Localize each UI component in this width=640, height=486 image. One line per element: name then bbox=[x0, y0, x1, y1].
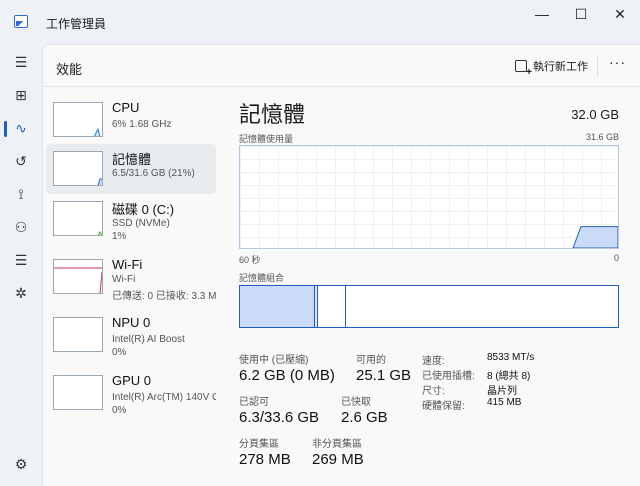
device-name: NPU 0 bbox=[112, 315, 151, 330]
spec-label: 硬體保留: bbox=[422, 401, 465, 412]
wifi-thumbnail bbox=[53, 259, 103, 294]
disk-thumbnail bbox=[53, 201, 103, 236]
device-sub: SSD (NVMe) bbox=[112, 218, 170, 229]
paged-pool-value: 278 MB bbox=[239, 451, 291, 468]
page-header: 效能 執行新工作 ··· bbox=[43, 45, 640, 87]
gpu-thumbnail bbox=[53, 375, 103, 410]
device-sub: 1% bbox=[112, 231, 127, 242]
cached-label: 已快取 bbox=[341, 397, 371, 408]
memory-total: 32.0 GB bbox=[571, 107, 619, 122]
graph-time-right: 0 bbox=[613, 253, 619, 263]
memory-composition-bar bbox=[239, 285, 619, 328]
device-name: 記憶體 bbox=[112, 152, 152, 167]
nav-active-indicator bbox=[4, 121, 7, 137]
performance-icon[interactable]: ∿ bbox=[11, 119, 31, 139]
device-item-memory[interactable]: 記憶體 6.5/31.6 GB (21%) bbox=[46, 144, 216, 194]
device-item-cpu[interactable]: CPU 6% 1.68 GHz bbox=[46, 95, 216, 145]
users-icon[interactable]: ⚇ bbox=[11, 218, 31, 238]
services-icon[interactable]: ✲ bbox=[11, 284, 31, 304]
minimize-button[interactable]: — bbox=[522, 6, 562, 22]
spec-label: 已使用插槽: bbox=[422, 371, 475, 382]
memory-usage-area bbox=[572, 226, 618, 248]
device-name: 磁碟 0 (C:) bbox=[112, 202, 175, 217]
committed-label: 已認可 bbox=[239, 397, 269, 408]
available-value: 25.1 GB bbox=[356, 367, 412, 384]
spec-label: 尺寸: bbox=[422, 386, 445, 397]
device-sub: 6.5/31.6 GB (21%) bbox=[112, 168, 195, 179]
nonpaged-pool-label: 非分頁集區 bbox=[312, 439, 362, 450]
device-item-wifi[interactable]: Wi-Fi Wi-Fi 已傳送: 0 已接收: 3.3 M bbox=[46, 252, 216, 302]
in-use-value: 6.2 GB (0 MB) bbox=[239, 367, 335, 384]
npu-thumbnail bbox=[53, 317, 103, 352]
composition-label: 記憶體組合 bbox=[239, 273, 285, 283]
more-options-button[interactable]: ··· bbox=[609, 54, 626, 70]
device-name: Wi-Fi bbox=[112, 257, 143, 272]
close-button[interactable]: ✕ bbox=[600, 6, 640, 22]
nav-rail: ☰ ⊞ ∿ ↺ ⟟ ⚇ ☰ ✲ ⚙ bbox=[0, 44, 42, 486]
composition-standby bbox=[318, 286, 346, 327]
paged-pool-label: 分頁集區 bbox=[239, 439, 279, 450]
app-history-icon[interactable]: ↺ bbox=[11, 152, 31, 172]
startup-apps-icon[interactable]: ⟟ bbox=[11, 185, 31, 205]
spec-value: 415 MB bbox=[487, 397, 522, 408]
device-sub: Intel(R) AI Boost bbox=[112, 334, 185, 345]
in-use-label: 使用中 (已壓縮) bbox=[239, 355, 309, 366]
page-title: 效能 bbox=[56, 62, 83, 77]
window-title: 工作管理員 bbox=[46, 17, 107, 31]
cpu-thumbnail bbox=[53, 102, 103, 137]
device-sub: Intel(R) Arc(TM) 140V GPU bbox=[112, 392, 216, 403]
maximize-button[interactable]: ☐ bbox=[561, 6, 601, 22]
device-name: CPU bbox=[112, 100, 140, 115]
header-divider bbox=[597, 55, 598, 77]
device-item-gpu[interactable]: GPU 0 Intel(R) Arc(TM) 140V GPU 0% bbox=[46, 368, 216, 418]
graph-time-left: 60 秒 bbox=[239, 255, 261, 265]
device-sub: Wi-Fi bbox=[112, 274, 136, 285]
run-new-task-button[interactable]: 執行新工作 bbox=[515, 56, 588, 78]
task-manager-icon bbox=[14, 15, 28, 28]
device-name: GPU 0 bbox=[112, 373, 152, 388]
device-sub: 已傳送: 0 已接收: 3.3 M bbox=[112, 291, 216, 302]
cached-value: 2.6 GB bbox=[341, 409, 388, 426]
memory-thumbnail bbox=[53, 151, 103, 186]
spec-value: 晶片列 bbox=[487, 386, 517, 397]
committed-value: 6.3/33.6 GB bbox=[239, 409, 320, 426]
usage-graph-max: 31.6 GB bbox=[585, 132, 619, 142]
usage-graph-label: 記憶體使用量 bbox=[239, 134, 294, 144]
run-new-task-label: 執行新工作 bbox=[533, 61, 588, 73]
device-sub: 0% bbox=[112, 347, 127, 358]
device-item-disk[interactable]: 磁碟 0 (C:) SSD (NVMe) 1% bbox=[46, 194, 216, 244]
device-item-npu[interactable]: NPU 0 Intel(R) AI Boost 0% bbox=[46, 310, 216, 360]
available-label: 可用的 bbox=[356, 355, 386, 366]
device-sub: 0% bbox=[112, 405, 127, 416]
memory-detail: 記憶體 32.0 GB 記憶體使用量 31.6 GB 60 秒 0 記憶體組合 … bbox=[239, 87, 635, 486]
run-task-icon bbox=[515, 60, 532, 78]
spec-value: 8 (總共 8) bbox=[487, 371, 531, 382]
spec-value: 8533 MT/s bbox=[487, 352, 535, 363]
hamburger-icon[interactable]: ☰ bbox=[11, 53, 31, 73]
device-list: CPU 6% 1.68 GHz 記憶體 6.5/31.6 GB (21%) 磁碟… bbox=[43, 87, 218, 486]
title-bar: 工作管理員 — ☐ ✕ bbox=[0, 0, 640, 44]
details-icon[interactable]: ☰ bbox=[11, 251, 31, 271]
processes-icon[interactable]: ⊞ bbox=[11, 86, 31, 106]
nonpaged-pool-value: 269 MB bbox=[312, 451, 364, 468]
spec-label: 速度: bbox=[422, 356, 445, 367]
composition-in-use bbox=[240, 286, 315, 327]
settings-icon[interactable]: ⚙ bbox=[11, 455, 31, 475]
device-sub: 6% 1.68 GHz bbox=[112, 119, 172, 130]
content-panel: 效能 執行新工作 ··· CPU 6% 1.68 GHz 記憶體 6.5/31.… bbox=[42, 44, 640, 486]
memory-usage-graph bbox=[239, 145, 619, 249]
detail-title: 記憶體 bbox=[239, 102, 306, 127]
